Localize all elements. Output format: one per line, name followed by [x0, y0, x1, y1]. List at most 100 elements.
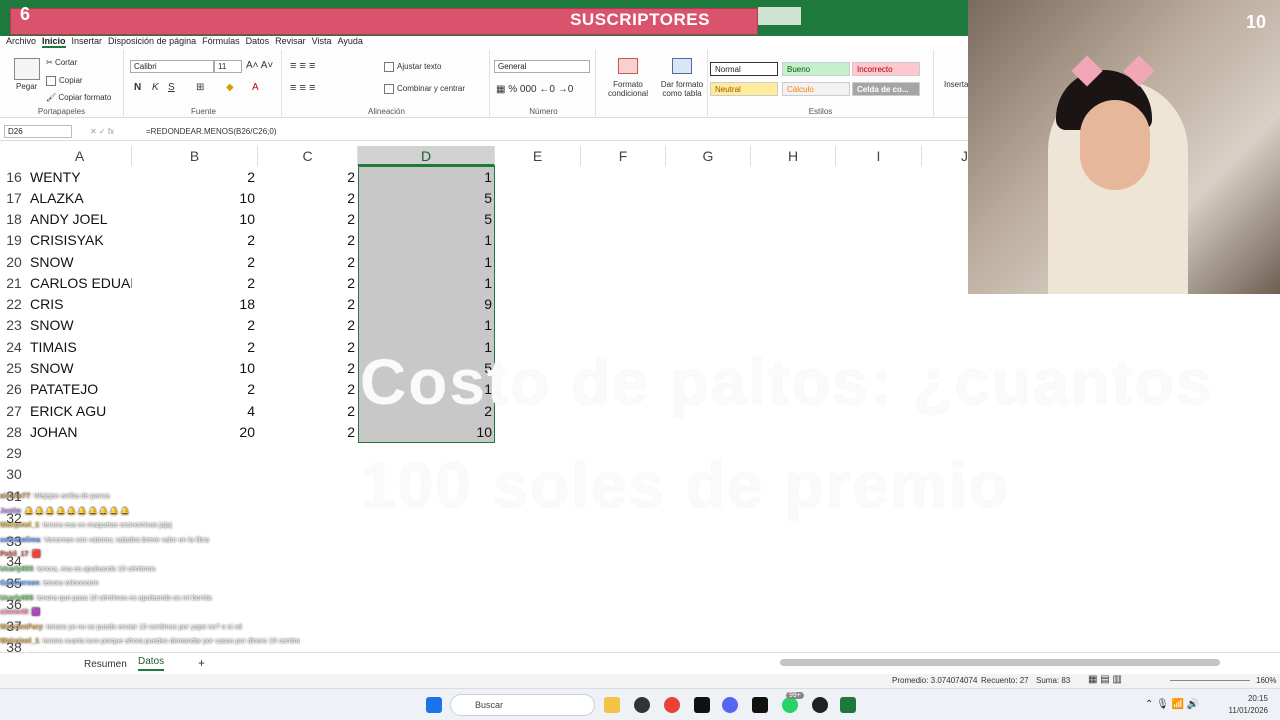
obs-icon[interactable]	[812, 697, 828, 713]
row-header[interactable]: 25	[0, 358, 28, 379]
add-sheet-icon[interactable]: +	[198, 656, 205, 670]
row-header[interactable]: 29	[0, 443, 28, 464]
cell-c[interactable]: 2	[260, 273, 358, 294]
cell-a[interactable]: ANDY JOEL	[30, 209, 132, 230]
capcut-icon[interactable]	[694, 697, 710, 713]
cell-a[interactable]	[30, 443, 132, 464]
cell-b[interactable]: 2	[134, 379, 258, 400]
column-header-d[interactable]: D	[358, 146, 495, 166]
name-box[interactable]: D26	[4, 125, 72, 138]
font-color-icon[interactable]: A	[252, 82, 259, 93]
ribbon-tab[interactable]: Fórmulas	[202, 36, 240, 46]
row-header[interactable]: 16	[0, 167, 28, 188]
cell-a[interactable]: CRIS	[30, 294, 132, 315]
column-header-c[interactable]: C	[258, 146, 358, 166]
horizontal-scrollbar[interactable]	[780, 659, 1220, 666]
cell-d[interactable]	[360, 616, 495, 637]
ribbon-tab[interactable]: Vista	[312, 36, 332, 46]
whatsapp-icon[interactable]	[782, 697, 798, 713]
cell-a[interactable]: SNOW	[30, 315, 132, 336]
cell-b[interactable]: 2	[134, 252, 258, 273]
cell-d[interactable]: 5	[360, 209, 495, 230]
row-header[interactable]: 20	[0, 252, 28, 273]
view-normal-icon[interactable]: ▦ ▤ ▥	[1088, 674, 1122, 685]
cell-d[interactable]	[360, 531, 495, 552]
notion-icon[interactable]	[752, 697, 768, 713]
cell-c[interactable]: 2	[260, 252, 358, 273]
cell-d[interactable]: 1	[360, 315, 495, 336]
cell-b[interactable]: 10	[134, 188, 258, 209]
formula-input[interactable]: =REDONDEAR.MENOS(B26/C26;0)	[146, 127, 276, 136]
row-header[interactable]: 17	[0, 188, 28, 209]
align-top-icon[interactable]: ≡ ≡ ≡	[290, 60, 315, 72]
copy-format-button[interactable]: 🖌 Copiar formato	[46, 93, 111, 102]
cell-b[interactable]: 10	[134, 209, 258, 230]
font-name-select[interactable]: Calibri	[130, 60, 214, 73]
cell-a[interactable]: PATATEJO	[30, 379, 132, 400]
font-size-select[interactable]: 11	[214, 60, 242, 73]
cell-b[interactable]: 2	[134, 230, 258, 251]
sheet-tab-resumen[interactable]: Resumen	[84, 659, 127, 670]
cell-d[interactable]: 1	[360, 273, 495, 294]
ribbon-tab[interactable]: Ayuda	[338, 36, 363, 46]
copy-button[interactable]: Copiar	[46, 76, 83, 86]
cell-a[interactable]: ALAZKA	[30, 188, 132, 209]
formula-controls[interactable]: ✕ ✓ fx	[90, 127, 114, 136]
cell-c[interactable]: 2	[260, 337, 358, 358]
style-calculation[interactable]: Cálculo	[782, 82, 850, 96]
paste-button[interactable]: Pegar	[16, 82, 37, 91]
taskbar-search[interactable]: Buscar	[450, 694, 595, 716]
column-header-f[interactable]: F	[581, 146, 666, 166]
cell-b[interactable]: 2	[134, 273, 258, 294]
cell-b[interactable]	[134, 464, 258, 485]
column-header-i[interactable]: I	[836, 146, 922, 166]
insert-button[interactable]: Inserta	[944, 80, 968, 89]
cell-c[interactable]: 2	[260, 422, 358, 443]
chrome-icon[interactable]	[664, 697, 680, 713]
borders-icon[interactable]: ⊞	[196, 82, 204, 93]
cell-b[interactable]: 2	[134, 337, 258, 358]
bold-button[interactable]: N	[134, 82, 141, 93]
cell-c[interactable]: 2	[260, 209, 358, 230]
table-format-icon[interactable]	[672, 58, 692, 74]
currency-icon[interactable]: ▦ % 000 ←0 →0	[496, 84, 573, 95]
number-format-select[interactable]: General	[494, 60, 590, 73]
column-header-e[interactable]: E	[495, 146, 581, 166]
tray-icons[interactable]: ⌃ 🎙 📶 🔊	[1145, 699, 1199, 710]
cell-c[interactable]: 2	[260, 188, 358, 209]
cell-c[interactable]: 2	[260, 358, 358, 379]
paste-icon[interactable]	[14, 58, 40, 80]
cell-d[interactable]	[360, 573, 495, 594]
style-bad[interactable]: Incorrecto	[852, 62, 920, 76]
row-header[interactable]: 26	[0, 379, 28, 400]
style-normal[interactable]: Normal	[710, 62, 778, 76]
column-header-b[interactable]: B	[132, 146, 258, 166]
fill-color-icon[interactable]: ◆	[226, 82, 234, 93]
cell-d[interactable]: 1	[360, 252, 495, 273]
cell-a[interactable]: SNOW	[30, 252, 132, 273]
ribbon-tab[interactable]: Inicio	[42, 36, 66, 48]
ribbon-tab[interactable]: Disposición de página	[108, 36, 196, 46]
cell-c[interactable]: 2	[260, 294, 358, 315]
ribbon-tab[interactable]: Datos	[246, 36, 270, 46]
file-explorer-icon[interactable]	[604, 697, 620, 713]
cell-a[interactable]: ERICK AGU	[30, 401, 132, 422]
cell-b[interactable]	[134, 443, 258, 464]
cut-button[interactable]: ✂ Cortar	[46, 58, 77, 67]
cell-a[interactable]	[30, 464, 132, 485]
cell-d[interactable]: 9	[360, 294, 495, 315]
row-header[interactable]: 21	[0, 273, 28, 294]
style-check-cell[interactable]: Celda de co...	[852, 82, 920, 96]
ribbon-tab[interactable]: Insertar	[72, 36, 103, 46]
style-good[interactable]: Bueno	[782, 62, 850, 76]
column-header-h[interactable]: H	[751, 146, 836, 166]
sheet-tab-datos[interactable]: Datos	[138, 656, 165, 671]
underline-button[interactable]: S	[168, 82, 175, 93]
cell-d[interactable]: 5	[360, 188, 495, 209]
format-table-button[interactable]: Dar formato como tabla	[656, 80, 708, 98]
align-left-icon[interactable]: ≡ ≡ ≡	[290, 82, 315, 94]
row-header[interactable]: 27	[0, 401, 28, 422]
merge-center-button[interactable]: Combinar y centrar	[384, 84, 465, 94]
cell-d[interactable]	[360, 594, 495, 615]
cell-d[interactable]: 1	[360, 167, 495, 188]
